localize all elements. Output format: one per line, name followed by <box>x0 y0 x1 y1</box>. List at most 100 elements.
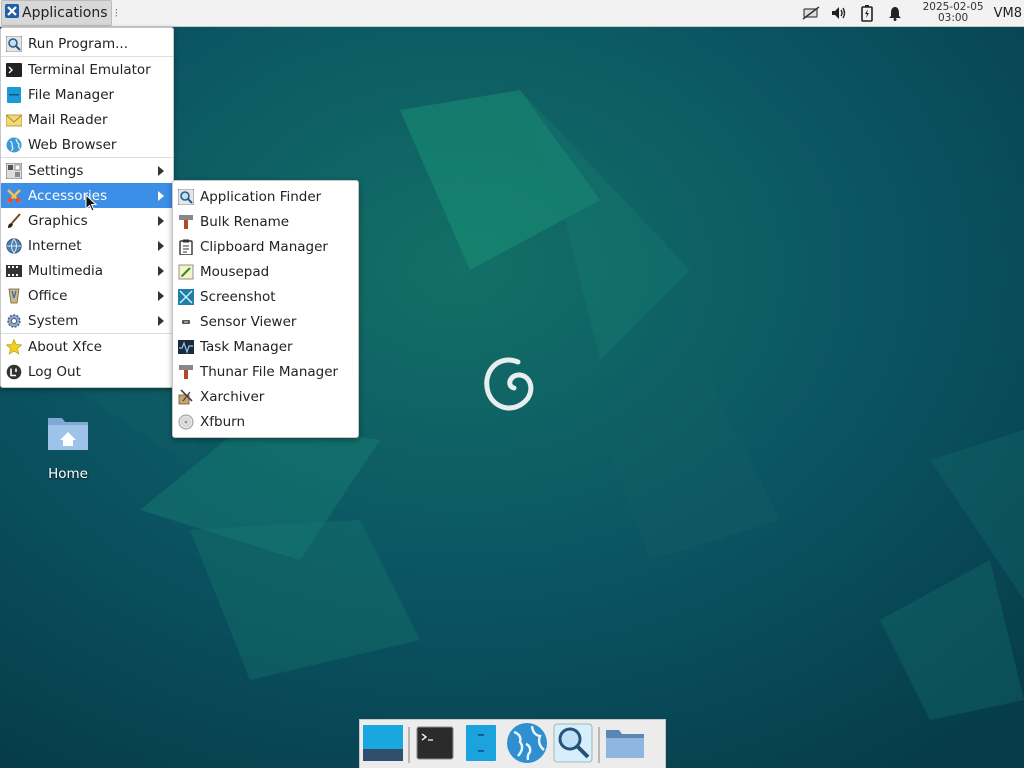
mouse-cursor-icon <box>85 193 98 216</box>
archive-icon <box>178 388 194 405</box>
menu-item-terminal-emulator[interactable]: Terminal Emulator <box>1 57 173 82</box>
file-manager-icon <box>6 86 22 103</box>
desktop-icon-home[interactable]: Home <box>32 412 104 482</box>
desktop-icon-label: Home <box>48 466 88 482</box>
menu-item-label: File Manager <box>28 86 115 103</box>
menu-item-office[interactable]: Office <box>1 283 173 308</box>
dock-app-finder[interactable] <box>550 723 596 767</box>
menu-item-web-browser[interactable]: Web Browser <box>1 132 173 157</box>
menu-item-xarchiver[interactable]: Xarchiver <box>173 384 358 409</box>
thunar-icon <box>178 364 194 380</box>
xfce-logo-icon <box>5 4 19 22</box>
multimedia-icon <box>6 263 22 279</box>
mail-icon <box>6 112 22 128</box>
file-manager-icon <box>465 724 497 766</box>
bulk-rename-icon <box>178 214 194 230</box>
disc-icon <box>178 414 194 430</box>
dock-show-desktop[interactable] <box>360 723 406 767</box>
accessories-submenu: Application Finder Bulk Rename Clipboard… <box>172 180 359 438</box>
submenu-arrow-icon <box>158 241 164 251</box>
app-finder-icon <box>553 723 593 767</box>
menu-item-label: About Xfce <box>28 338 102 355</box>
show-desktop-icon <box>362 723 404 767</box>
submenu-arrow-icon <box>158 166 164 176</box>
globe-icon <box>6 137 22 153</box>
menu-item-label: Screenshot <box>200 288 276 305</box>
sensor-icon <box>178 314 194 330</box>
menu-item-label: Web Browser <box>28 136 117 153</box>
menu-item-label: Graphics <box>28 212 88 229</box>
menu-item-application-finder[interactable]: Application Finder <box>173 184 358 209</box>
menu-item-label: Task Manager <box>200 338 293 355</box>
terminal-icon <box>6 62 22 78</box>
system-icon <box>6 313 22 329</box>
home-folder-icon <box>46 412 90 456</box>
web-browser-icon <box>506 722 548 768</box>
top-panel: Applications ⁝ 2025-02-05 03:00 VM8 <box>0 0 1024 27</box>
menu-item-label: Run Program... <box>28 35 129 52</box>
panel-separator-icon: ⁝ <box>114 6 119 20</box>
menu-item-label: Bulk Rename <box>200 213 290 230</box>
menu-item-run-program[interactable]: Run Program... <box>1 31 173 56</box>
dock-separator <box>408 726 410 763</box>
submenu-arrow-icon <box>158 316 164 326</box>
clock-time: 03:00 <box>937 12 969 24</box>
graphics-icon <box>6 212 22 229</box>
menu-item-mail-reader[interactable]: Mail Reader <box>1 107 173 132</box>
menu-item-bulk-rename[interactable]: Bulk Rename <box>173 209 358 234</box>
menu-item-thunar-file-manager[interactable]: Thunar File Manager <box>173 359 358 384</box>
menu-item-multimedia[interactable]: Multimedia <box>1 258 173 283</box>
applications-menu-label: Applications <box>22 5 108 21</box>
menu-item-label: Office <box>28 287 68 304</box>
menu-item-label: Internet <box>28 237 82 254</box>
dock-file-manager[interactable] <box>458 723 504 767</box>
menu-item-clipboard-manager[interactable]: Clipboard Manager <box>173 234 358 259</box>
network-icon[interactable] <box>802 4 820 22</box>
screenshot-icon <box>178 288 194 305</box>
menu-item-label: Mousepad <box>200 263 270 280</box>
volume-icon[interactable] <box>830 4 848 22</box>
menu-item-label: Application Finder <box>200 188 322 205</box>
accessories-icon <box>6 188 22 204</box>
menu-item-label: System <box>28 312 79 329</box>
folder-icon <box>605 726 645 764</box>
settings-icon <box>6 162 22 179</box>
dock-separator <box>598 726 600 763</box>
menu-item-about-xfce[interactable]: About Xfce <box>1 334 173 359</box>
battery-icon[interactable] <box>858 4 876 22</box>
internet-icon <box>6 237 22 254</box>
menu-item-internet[interactable]: Internet <box>1 233 173 258</box>
app-finder-icon <box>178 188 194 205</box>
menu-item-label: Xarchiver <box>200 388 265 405</box>
menu-item-label: Clipboard Manager <box>200 238 328 255</box>
system-tray: 2025-02-05 03:00 VM8 <box>797 0 1024 26</box>
menu-item-label: Mail Reader <box>28 111 108 128</box>
menu-item-system[interactable]: System <box>1 308 173 333</box>
menu-item-task-manager[interactable]: Task Manager <box>173 334 358 359</box>
terminal-icon <box>416 725 454 765</box>
submenu-arrow-icon <box>158 216 164 226</box>
notification-bell-icon[interactable] <box>886 4 904 22</box>
office-icon <box>6 288 22 304</box>
dock-terminal[interactable] <box>412 723 458 767</box>
menu-item-label: Sensor Viewer <box>200 313 297 330</box>
menu-item-label: Xfburn <box>200 413 245 430</box>
menu-item-xfburn[interactable]: Xfburn <box>173 409 358 434</box>
text-editor-icon <box>178 264 194 280</box>
menu-item-label: Thunar File Manager <box>200 363 339 380</box>
menu-item-screenshot[interactable]: Screenshot <box>173 284 358 309</box>
menu-item-log-out[interactable]: Log Out <box>1 359 173 384</box>
applications-menu-button[interactable]: Applications <box>1 0 112 26</box>
dock-folder[interactable] <box>602 723 648 767</box>
dock-web-browser[interactable] <box>504 722 550 768</box>
menu-item-settings[interactable]: Settings <box>1 158 173 183</box>
menu-item-sensor-viewer[interactable]: Sensor Viewer <box>173 309 358 334</box>
bottom-dock <box>359 719 666 768</box>
submenu-arrow-icon <box>158 291 164 301</box>
menu-item-file-manager[interactable]: File Manager <box>1 82 173 107</box>
menu-item-label: Multimedia <box>28 262 104 279</box>
panel-clock[interactable]: 2025-02-05 03:00 <box>923 2 984 24</box>
menu-item-mousepad[interactable]: Mousepad <box>173 259 358 284</box>
submenu-arrow-icon <box>158 191 164 201</box>
star-icon <box>6 338 22 355</box>
